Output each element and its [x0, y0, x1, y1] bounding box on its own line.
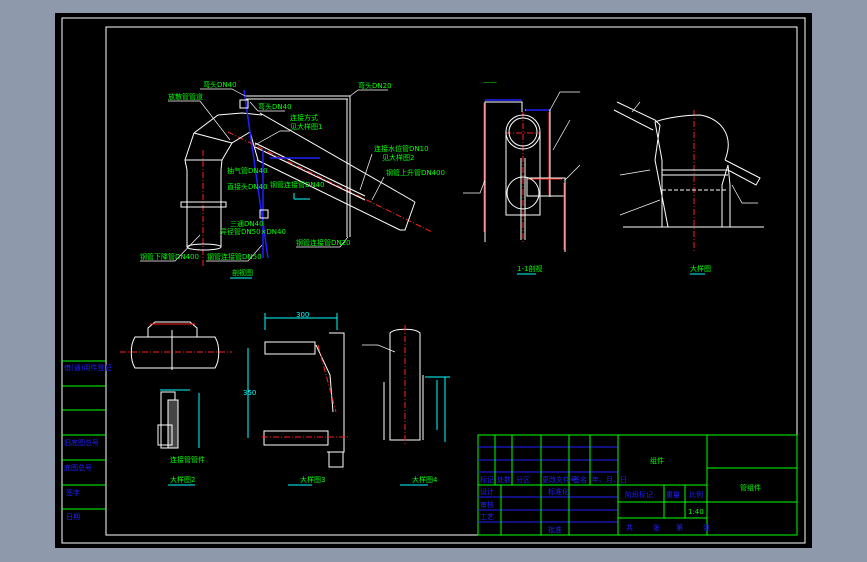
caption: 大样图 [690, 264, 711, 273]
part-name: 管组件 [740, 483, 761, 492]
label: 连接水位管DN10 [374, 144, 429, 153]
label: 放散管管道 [168, 92, 203, 101]
rev-header: 年、月、日 [592, 475, 627, 484]
stage-header: 重量 [666, 491, 680, 499]
rev-header: 分区 [516, 475, 530, 484]
sheet-label: 共 [626, 523, 633, 532]
role-label: 设计 [480, 487, 494, 496]
label: 抽气管DN40 [227, 166, 268, 175]
svg-text:——: —— [483, 78, 497, 86]
caption: 大样图4 [412, 475, 438, 484]
caption: 剖视图 [232, 268, 253, 277]
sheet-label: 张 [653, 523, 660, 532]
rev-header: 签名 [573, 475, 587, 484]
drawing-name: 组件 [650, 456, 664, 465]
stage-header: 比例 [689, 490, 703, 499]
cad-drawing-canvas[interactable]: 弯头DN40 放散管管道 弯头DN40 连接方式 见大样图1 弯头DN20 连接… [0, 0, 867, 562]
role-label: 标准化 [548, 487, 569, 496]
caption: 1-1剖视 [517, 264, 542, 273]
strip-label: 借(通)用件登记 [64, 363, 111, 372]
rev-header: 处数 [497, 475, 511, 484]
strip-label: 旧底图总号 [64, 438, 99, 447]
sheet-label: 张 [703, 523, 710, 532]
label: 连接方式 [290, 113, 318, 122]
strip-label: 签字 [66, 488, 80, 497]
label: 异径管DN50×DN40 [220, 227, 286, 236]
strip-label: 日期 [66, 513, 80, 521]
label: 钢管连接管DN50 [207, 252, 262, 261]
sub-caption: 连接管管件 [170, 455, 205, 464]
label: 钢管下降管DN400 [140, 252, 199, 261]
label: 钢管连接管DN40 [270, 180, 325, 189]
label: 见大样图2 [382, 153, 414, 162]
strip-label: 底图总号 [64, 463, 92, 472]
label: 弯头DN20 [358, 81, 392, 90]
label: 钢管上升管DN400 [386, 168, 445, 177]
label: 弯头DN40 [203, 80, 237, 89]
scale-value: 1:40 [688, 508, 704, 516]
role-label: 工艺 [480, 513, 494, 521]
sheet-label: 第 [676, 523, 683, 532]
width-dimension: 300 [296, 311, 309, 319]
height-dimension: 350 [243, 389, 256, 397]
rev-header: 更改文件号 [542, 475, 577, 484]
role-label: 批准 [548, 525, 562, 534]
label: 见大样图1 [290, 122, 322, 131]
caption: 大样图2 [170, 475, 195, 484]
label: 三通DN40 [230, 219, 264, 228]
label: 直接头DN40 [227, 182, 268, 191]
stage-header: 阶段标记 [625, 490, 653, 499]
rev-header: 标记 [480, 475, 494, 484]
caption: 大样图3 [300, 475, 325, 484]
label: 弯头DN40 [258, 102, 292, 111]
label: 钢管连接管DN20 [296, 238, 351, 247]
role-label: 审核 [480, 500, 494, 509]
